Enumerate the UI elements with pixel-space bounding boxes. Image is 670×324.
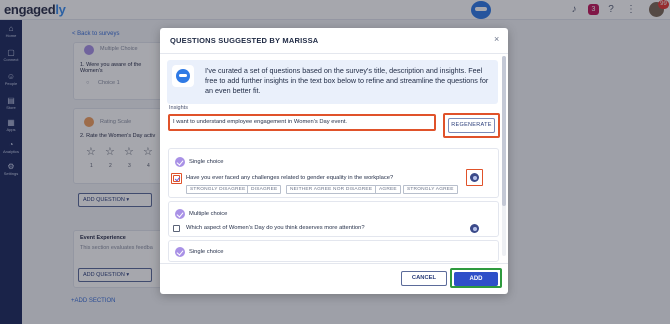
- insights-label: Insights: [169, 105, 188, 111]
- marissa-bot-icon: [172, 65, 194, 87]
- question-text: Which aspect of Women's Day do you think…: [186, 225, 365, 231]
- question-type-label: Multiple choice: [189, 211, 228, 217]
- scrollbar-thumb[interactable]: [502, 56, 506, 206]
- header-divider: [160, 53, 508, 54]
- suggested-question-card-3: Single choice: [168, 240, 499, 262]
- add-button[interactable]: ADD: [454, 271, 498, 286]
- single-choice-icon: [175, 247, 185, 257]
- footer-divider: [160, 263, 508, 264]
- select-question-checkbox[interactable]: [173, 225, 180, 232]
- select-question-checkbox[interactable]: [173, 175, 180, 182]
- answer-option-chip: STRONGLY DISAGREE: [186, 185, 250, 194]
- add-highlight: ADD: [450, 268, 502, 288]
- suggested-question-card-2: Multiple choice Which aspect of Women's …: [168, 201, 499, 237]
- modal-scrollbar[interactable]: [502, 56, 506, 256]
- question-type-label: Single choice: [189, 249, 224, 255]
- suggested-questions-modal: QUESTIONS SUGGESTED BY MARISSA × I've cu…: [160, 28, 508, 294]
- regenerate-button[interactable]: REGENERATE: [448, 118, 495, 133]
- question-options-icon[interactable]: [470, 173, 479, 182]
- answer-option-chip: NEITHER AGREE NOR DISAGREE: [286, 185, 377, 194]
- multiple-choice-icon: [175, 209, 185, 219]
- question-text: Have you ever faced any challenges relat…: [186, 175, 394, 181]
- close-icon[interactable]: ×: [494, 34, 499, 44]
- single-choice-icon: [175, 157, 185, 167]
- suggested-question-card-1: Single choice Have you ever faced any ch…: [168, 148, 499, 198]
- ai-message-text: I've curated a set of questions based on…: [205, 66, 489, 95]
- question-type-label: Single choice: [189, 159, 224, 165]
- answer-option-chip: AGREE: [375, 185, 401, 194]
- answer-option-chip: STRONGLY AGREE: [403, 185, 458, 194]
- answer-option-chip: DISAGREE: [247, 185, 282, 194]
- modal-title: QUESTIONS SUGGESTED BY MARISSA: [170, 36, 319, 45]
- regenerate-highlight: REGENERATE: [443, 113, 500, 138]
- question-options-icon[interactable]: [470, 224, 479, 233]
- insights-input[interactable]: I want to understand employee engagement…: [168, 114, 436, 131]
- ai-message-card: I've curated a set of questions based on…: [167, 60, 498, 104]
- cancel-button[interactable]: CANCEL: [401, 271, 447, 286]
